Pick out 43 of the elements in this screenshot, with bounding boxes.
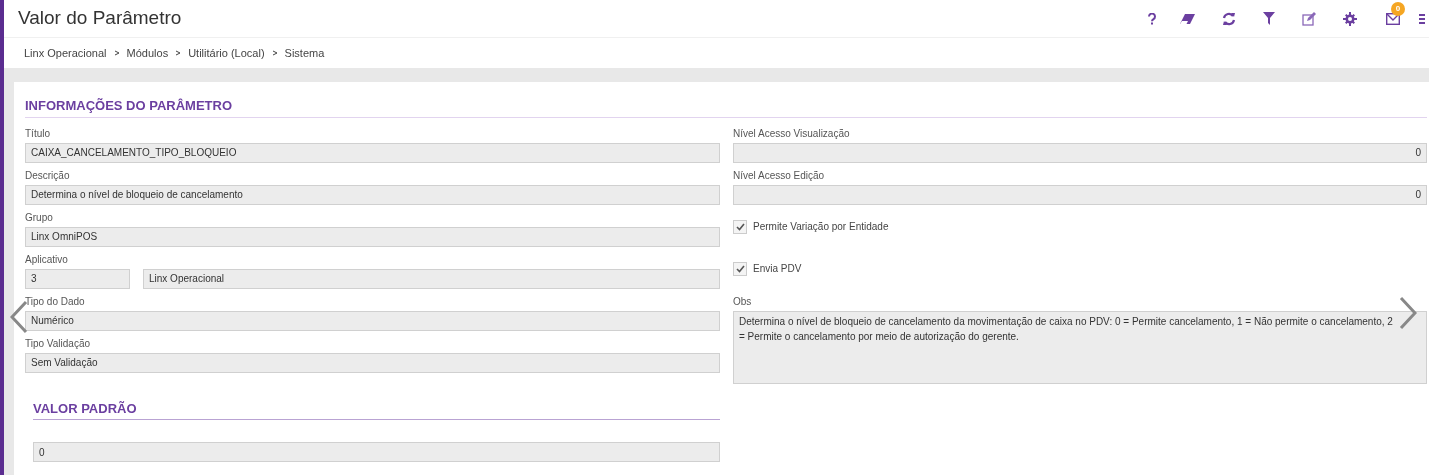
eraser-icon[interactable]: [1180, 12, 1196, 25]
menu-icon[interactable]: [1419, 12, 1425, 25]
input-field[interactable]: Sem Validação: [25, 352, 720, 373]
notification-badge: 0: [1391, 2, 1405, 16]
field-label: Tipo do Dado: [25, 294, 86, 309]
chevron-icon: [175, 50, 182, 56]
checkbox-label: Permite Variação por Entidade: [753, 220, 889, 234]
input-field[interactable]: Numérico: [25, 310, 720, 331]
chevron-icon: [271, 50, 278, 56]
input-field[interactable]: CAIXA_CANCELAMENTO_TIPO_BLOQUEIO: [25, 142, 720, 163]
field-label: Tipo Validação: [25, 336, 92, 351]
settings-icon[interactable]: [1343, 11, 1357, 26]
section-heading: INFORMAÇÕES DO PARÂMETRO: [25, 96, 1427, 118]
text-area[interactable]: Determina o nível de bloqueio de cancelamento da movimentação de caixa no PDV: 0 = Permite cancelamento, 1 = Não permite o cancelamento, 2 = Permite o cancelamento por meio de autorização do gerente.: [733, 310, 1427, 384]
input-field[interactable]: 0: [33, 442, 720, 462]
checkbox[interactable]: [733, 219, 747, 234]
input-field[interactable]: 0: [733, 142, 1427, 163]
input-field[interactable]: Linx Operacional: [143, 268, 720, 289]
edit-icon[interactable]: [1301, 11, 1317, 26]
filter-icon[interactable]: [1263, 12, 1275, 25]
section-heading: VALOR PADRÃO: [33, 398, 720, 420]
breadcrumb-link[interactable]: Módulos: [126, 44, 169, 62]
chevron-right-icon[interactable]: [1399, 296, 1417, 330]
breadcrumb-link[interactable]: Linx Operacional: [24, 44, 107, 62]
input-field[interactable]: 3: [25, 268, 130, 289]
field-label: Obs: [733, 294, 753, 309]
breadcrumb-link[interactable]: Utilitário (Local): [188, 44, 265, 62]
input-field[interactable]: Determina o nível de bloqueio de cancelamento: [25, 184, 720, 205]
field-label: Descrição: [25, 168, 71, 183]
input-field[interactable]: Linx OmniPOS: [25, 226, 720, 247]
refresh-icon[interactable]: [1222, 11, 1236, 26]
help-icon[interactable]: [1148, 12, 1156, 25]
page-title: Valor do Parâmetro: [18, 6, 182, 31]
checkbox-label: Envia PDV: [753, 262, 802, 276]
field-label: Grupo: [25, 210, 54, 225]
field-label: Nível Acesso Edição: [733, 168, 826, 183]
chevron-icon: [113, 50, 120, 56]
field-label: Nível Acesso Visualização: [733, 126, 851, 141]
checkbox[interactable]: [733, 261, 747, 276]
field-label: Título: [25, 126, 51, 141]
field-label: Aplicativo: [25, 252, 69, 267]
input-field[interactable]: 0: [733, 184, 1427, 205]
breadcrumb-link[interactable]: Sistema: [284, 44, 325, 62]
